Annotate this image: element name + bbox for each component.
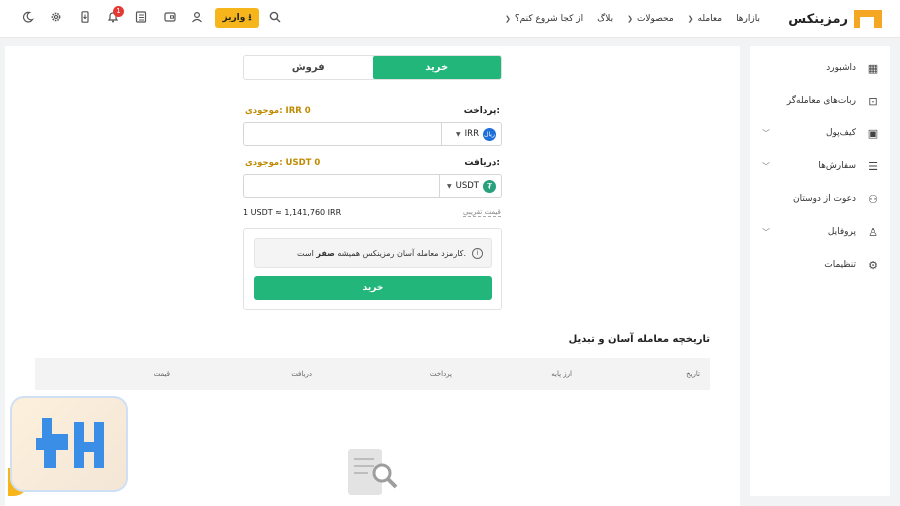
pay-currency-code: IRR bbox=[464, 129, 479, 139]
main-nav: بازارها معامله ❯ محصولات ❯ بلاگ از کجا شرو… bbox=[505, 0, 760, 38]
column-header-receive: دریافت bbox=[291, 370, 312, 378]
sidebar-item-label: ربات‌های معامله‌گر bbox=[786, 96, 856, 106]
exchange-rate: 1 USDT ≈ 1,141,760 IRR bbox=[243, 208, 342, 217]
approx-price-label[interactable]: قیمت تقریبی bbox=[463, 208, 501, 217]
sidebar-item-label: دعوت از دوستان bbox=[792, 194, 856, 204]
pay-currency-select[interactable]: ریال IRR ▼ bbox=[441, 123, 501, 145]
history-title: تاریخچه معامله آسان و تبدیل bbox=[568, 334, 710, 345]
pay-amount-field[interactable]: ریال IRR ▼ bbox=[243, 122, 502, 146]
order-box: i کارمزد معامله آسان رمزینکس همیشه صفر ا… bbox=[243, 228, 502, 310]
gear-icon[interactable] bbox=[49, 11, 63, 25]
chevron-down-icon: ﹀ bbox=[762, 128, 770, 138]
nav-markets[interactable]: بازارها bbox=[736, 14, 760, 24]
nav-trade-label: معامله bbox=[697, 14, 723, 24]
wallet-icon: ▣ bbox=[867, 126, 879, 140]
chevron-down-icon: ❯ bbox=[627, 15, 633, 23]
dark-mode-icon[interactable] bbox=[21, 11, 35, 25]
robot-icon: ⊡ bbox=[868, 94, 878, 108]
sidebar-item-label: کیف‌پول bbox=[825, 128, 856, 138]
info-icon: i bbox=[472, 247, 483, 259]
logo[interactable]: رمزینکس bbox=[788, 9, 882, 29]
nav-getting-started-label: از کجا شروع کنم؟ bbox=[514, 14, 584, 24]
receive-amount-field[interactable]: ₮ USDT ▼ bbox=[243, 174, 502, 198]
mobile-app-icon[interactable] bbox=[78, 11, 92, 25]
add-user-icon: ⚇ bbox=[868, 192, 878, 206]
grid-icon: ▦ bbox=[867, 61, 879, 75]
sidebar: ▦ داشبورد ⊡ ربات‌های معامله‌گر ▣ کیف‌پول ﹀ ☰… bbox=[750, 46, 890, 496]
fee-notice-bold: صفر bbox=[316, 248, 335, 258]
user-icon: ♙ bbox=[868, 225, 878, 239]
deposit-button[interactable]: واریز ⭳ bbox=[215, 8, 259, 28]
buy-button[interactable]: خرید bbox=[254, 276, 492, 300]
sidebar-item-wallet[interactable]: ▣ کیف‌پول ﹀ bbox=[760, 123, 880, 143]
wallet-icon[interactable] bbox=[163, 11, 177, 25]
sidebar-item-dashboard[interactable]: ▦ داشبورد bbox=[760, 58, 880, 78]
usdt-coin-icon: ₮ bbox=[483, 179, 496, 193]
nav-getting-started[interactable]: از کجا شروع کنم؟ ❯ bbox=[505, 14, 583, 24]
search-icon[interactable] bbox=[268, 11, 282, 25]
sidebar-item-trading-bots[interactable]: ⊡ ربات‌های معامله‌گر bbox=[760, 91, 880, 111]
column-header-base-currency: ارز پایه bbox=[551, 370, 572, 378]
sidebar-item-label: تنظیمات bbox=[824, 260, 856, 270]
orders-icon: ☰ bbox=[868, 159, 878, 173]
tab-buy[interactable]: خرید bbox=[372, 56, 501, 79]
sidebar-item-label: داشبورد bbox=[826, 63, 856, 73]
caret-down-icon: ▼ bbox=[456, 130, 461, 138]
chevron-down-icon: ﹀ bbox=[762, 161, 770, 171]
empty-state-icon bbox=[346, 445, 398, 500]
column-header-price: قیمت bbox=[153, 370, 170, 378]
sidebar-item-orders[interactable]: ☰ سفارش‌ها ﹀ bbox=[760, 156, 880, 176]
top-bar: رمزینکس بازارها معامله ❯ محصولات ❯ بلاگ از… bbox=[0, 0, 900, 38]
sidebar-item-label: سفارش‌ها bbox=[818, 161, 856, 171]
sidebar-item-invite[interactable]: ⚇ دعوت از دوستان bbox=[760, 189, 880, 209]
chevron-down-icon: ❯ bbox=[687, 15, 694, 23]
watermark-logo-icon bbox=[10, 396, 128, 492]
receive-currency-select[interactable]: ₮ USDT ▼ bbox=[439, 175, 501, 197]
chevron-down-icon: ❯ bbox=[505, 15, 511, 23]
orders-icon[interactable] bbox=[134, 11, 148, 25]
irr-coin-icon: ریال bbox=[483, 127, 496, 141]
receive-label: دریافت: bbox=[464, 158, 500, 168]
history-table-header: تاریخ ارز پایه پرداخت دریافت قیمت bbox=[35, 358, 710, 390]
logo-text: رمزینکس bbox=[788, 11, 848, 27]
user-icon[interactable] bbox=[190, 11, 204, 25]
caret-down-icon: ▼ bbox=[447, 182, 452, 190]
nav-trade[interactable]: معامله ❯ bbox=[688, 14, 722, 24]
nav-markets-label: بازارها bbox=[736, 14, 760, 24]
deposit-label: واریز bbox=[222, 13, 246, 23]
column-header-pay: پرداخت bbox=[429, 370, 452, 378]
pay-balance[interactable]: موجودی: IRR 0 bbox=[245, 106, 311, 116]
sidebar-item-profile[interactable]: ♙ پروفایل ﹀ bbox=[760, 222, 880, 242]
sidebar-item-settings[interactable]: ⚙ تنظیمات bbox=[760, 255, 880, 275]
fee-notice-text: کارمزد معامله آسان رمزینکس همیشه صفر است… bbox=[297, 249, 466, 258]
nav-products[interactable]: محصولات ❯ bbox=[627, 14, 674, 24]
receive-currency-code: USDT bbox=[455, 181, 479, 191]
nav-blog-label: بلاگ bbox=[597, 14, 614, 24]
receive-balance[interactable]: موجودی: USDT 0 bbox=[245, 158, 320, 168]
tab-sell[interactable]: فروش bbox=[244, 56, 373, 79]
fee-notice-pre: کارمزد معامله آسان رمزینکس همیشه bbox=[334, 248, 464, 258]
chevron-down-icon: ﹀ bbox=[762, 227, 770, 237]
fee-notice: i کارمزد معامله آسان رمزینکس همیشه صفر ا… bbox=[254, 238, 492, 268]
nav-products-label: محصولات bbox=[636, 14, 674, 24]
logo-mark-icon bbox=[854, 10, 882, 28]
nav-blog[interactable]: بلاگ bbox=[597, 14, 613, 24]
gear-icon: ⚙ bbox=[868, 258, 878, 272]
download-icon: ⭳ bbox=[248, 13, 252, 23]
pay-label: پرداخت: bbox=[463, 106, 500, 116]
column-header-date: تاریخ bbox=[686, 370, 700, 378]
trade-tabs: فروش خرید bbox=[243, 55, 502, 80]
notification-badge: 1 bbox=[113, 6, 124, 17]
sidebar-item-label: پروفایل bbox=[827, 227, 856, 237]
